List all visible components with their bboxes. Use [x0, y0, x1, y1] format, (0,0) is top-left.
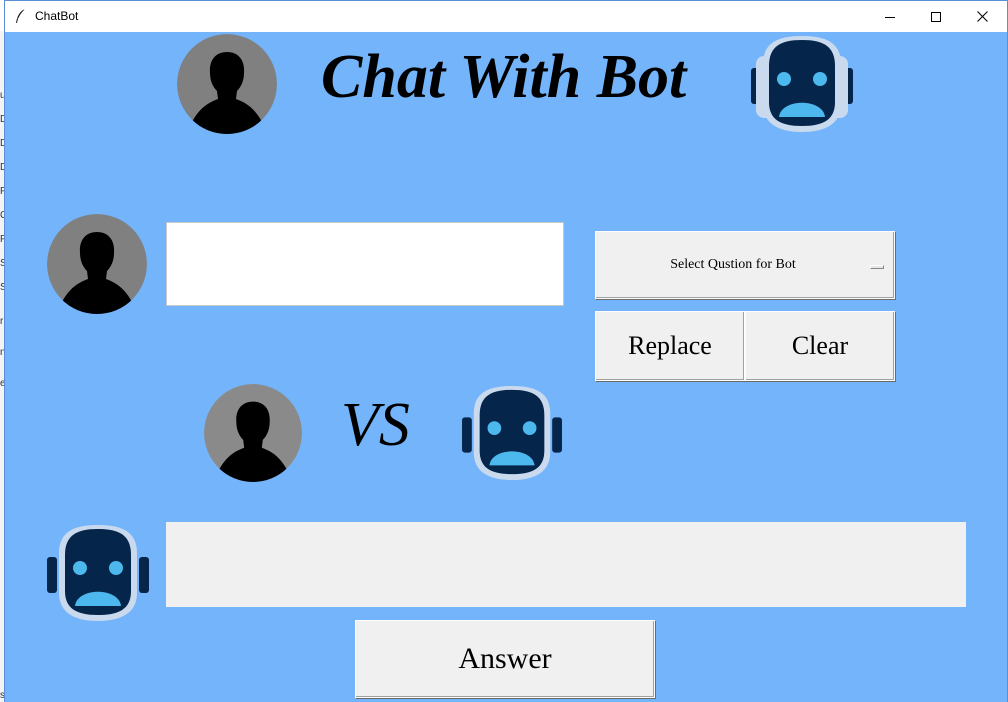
maximize-button[interactable]: [913, 1, 959, 32]
page-title: Chat With Bot: [321, 43, 687, 111]
robot-avatar-icon: [461, 384, 563, 482]
user-avatar-icon: [177, 34, 277, 134]
minimize-icon: [885, 16, 895, 18]
clear-button[interactable]: Clear: [745, 311, 895, 381]
window-title: ChatBot: [35, 9, 79, 23]
robot-avatar-icon: [46, 523, 150, 623]
bg-fragment: r: [0, 316, 4, 327]
user-avatar-icon: [47, 214, 147, 314]
minimize-button[interactable]: [867, 1, 913, 32]
title-bar[interactable]: ChatBot: [5, 1, 1007, 32]
app-content: Chat With Bot Select Qustion for Bot Rep…: [5, 32, 1007, 702]
answer-button[interactable]: Answer: [355, 620, 655, 698]
answer-output: [166, 522, 966, 607]
chatbot-window: ChatBot Chat With Bot Select Qustion for…: [4, 0, 1008, 702]
close-icon: [976, 11, 988, 22]
versus-label: VS: [341, 391, 410, 459]
maximize-icon: [931, 11, 941, 22]
user-avatar-icon: [204, 384, 302, 482]
question-input[interactable]: [166, 222, 564, 306]
close-button[interactable]: [959, 1, 1005, 32]
select-question-menubutton[interactable]: Select Qustion for Bot: [595, 231, 895, 299]
replace-button[interactable]: Replace: [595, 311, 745, 381]
select-question-label: Select Qustion for Bot: [670, 257, 796, 272]
feather-icon: [14, 8, 28, 24]
robot-avatar-icon: [751, 34, 853, 134]
dropdown-indicator-icon: [870, 265, 884, 269]
